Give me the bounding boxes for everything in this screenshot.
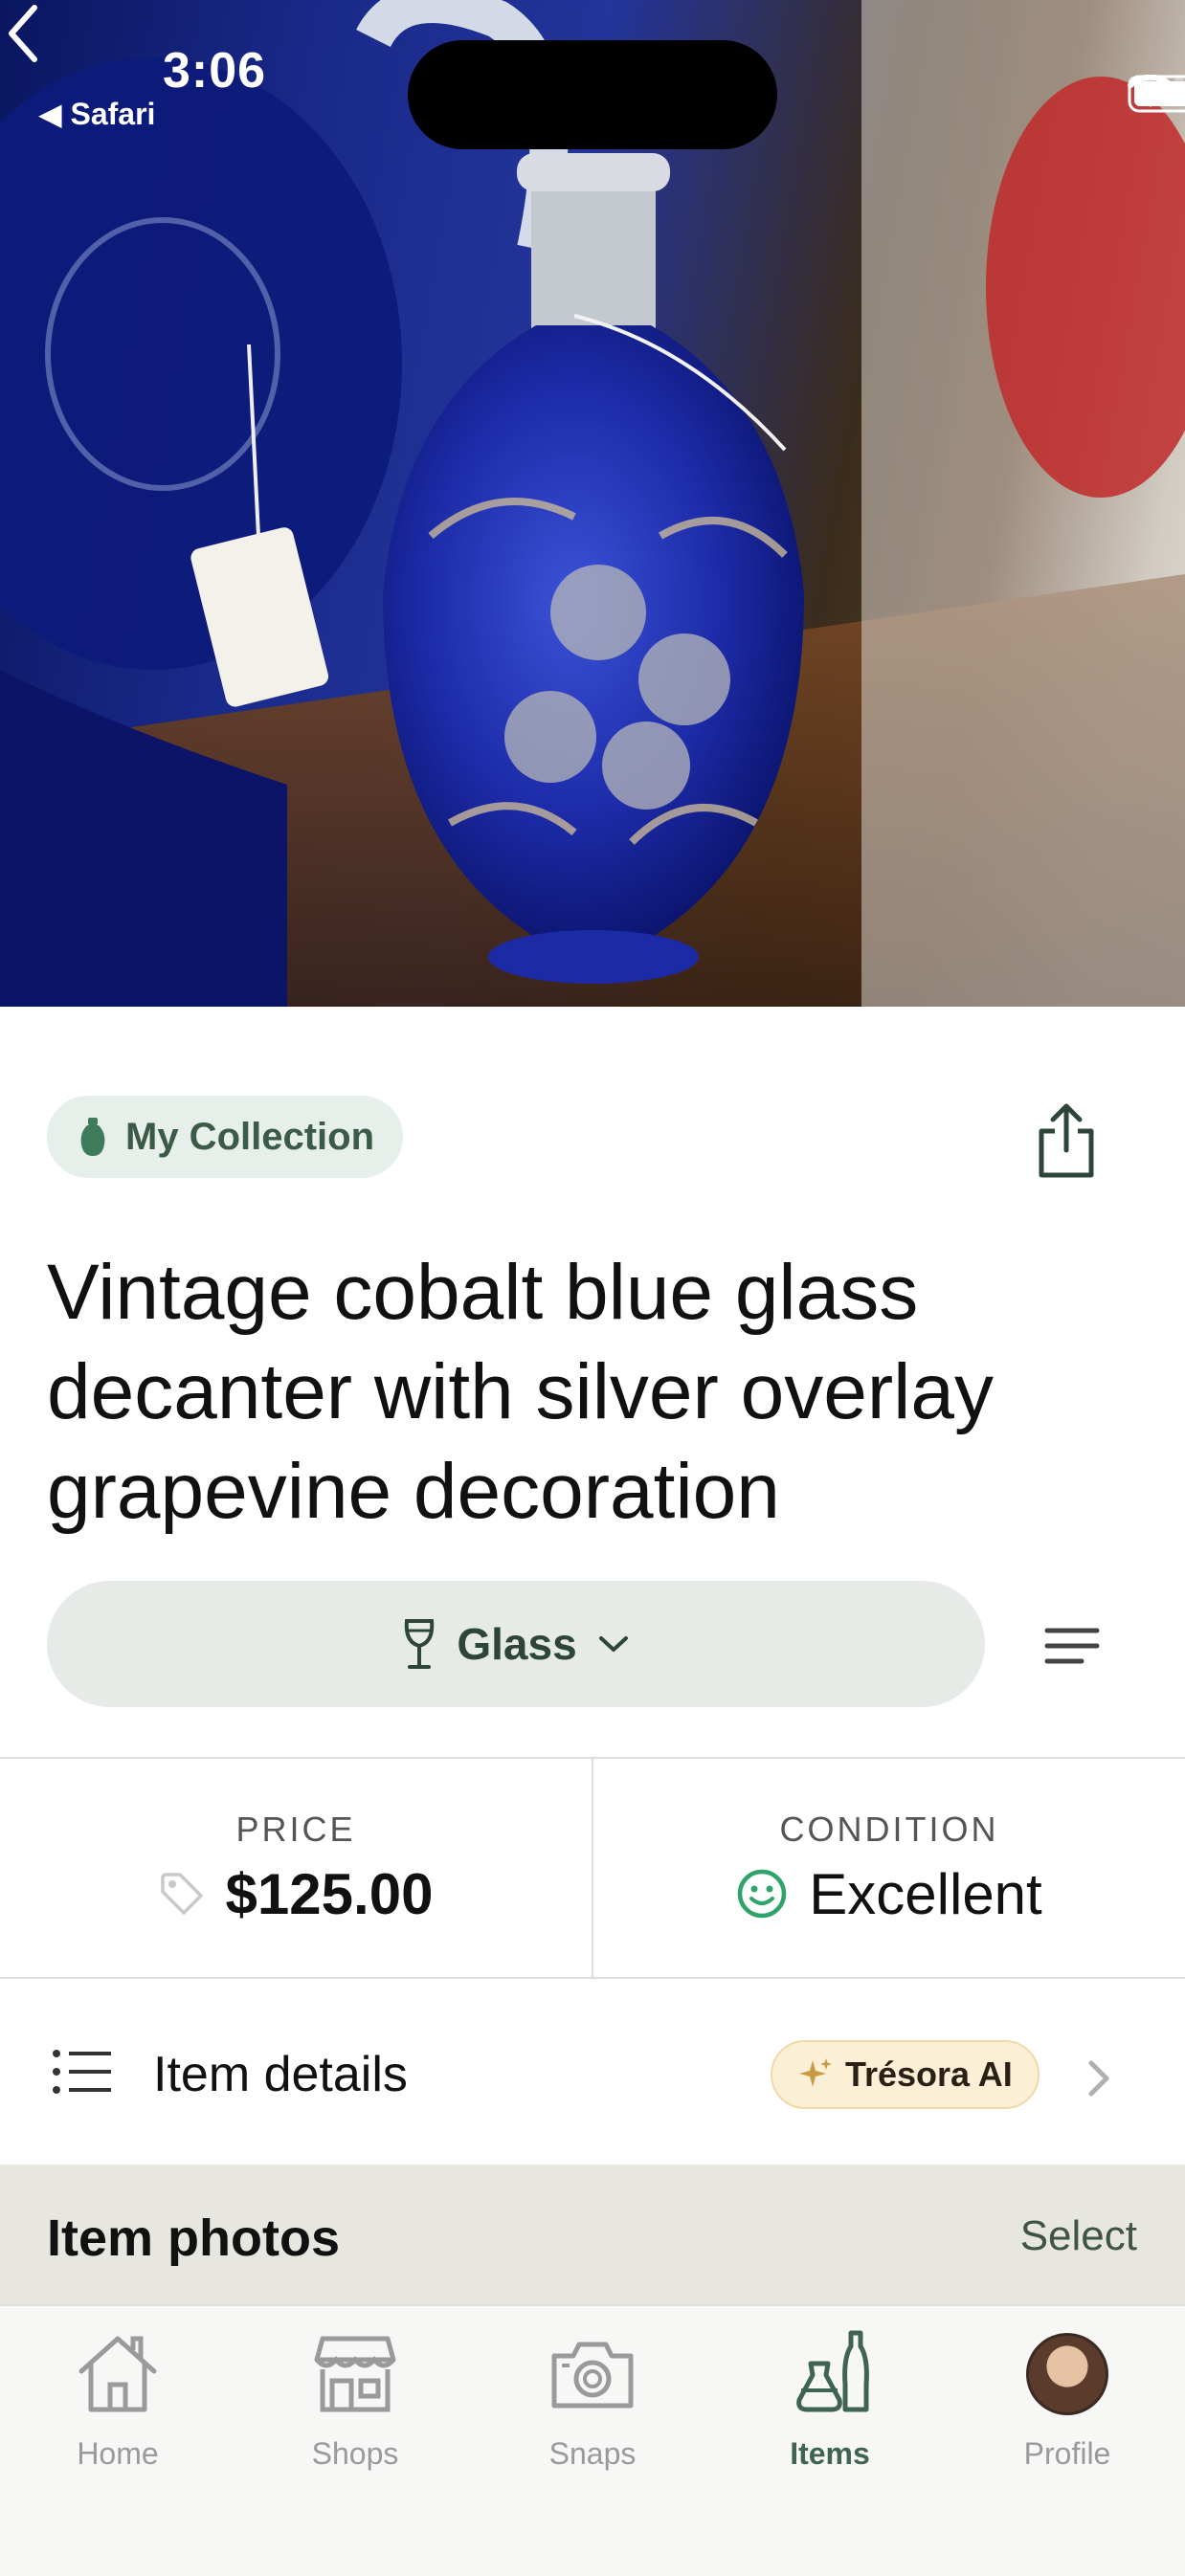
menu-lines-icon[interactable] (1043, 1625, 1101, 1667)
item-details-label: Item details (153, 2047, 408, 2102)
back-triangle-icon: ◀ (38, 97, 71, 131)
back-chevron-icon[interactable] (0, 0, 48, 67)
tab-profile[interactable]: Profile (972, 2327, 1163, 2499)
tab-items[interactable]: Items (734, 2327, 926, 2499)
item-photos-header: Item photos Select (0, 2165, 1185, 2318)
tresora-ai-label: Trésora AI (845, 2054, 1013, 2094)
tresora-ai-badge[interactable]: Trésora AI (771, 2040, 1040, 2109)
condition-stat[interactable]: CONDITION Excellent (592, 1759, 1185, 1977)
price-tag-icon (160, 1873, 203, 1915)
tab-shops-label: Shops (311, 2436, 399, 2471)
tab-profile-label: Profile (1023, 2436, 1111, 2471)
item-details-row[interactable]: Item details Trésora AI (0, 1979, 1185, 2165)
smiley-icon (738, 1869, 787, 1919)
avatar (1026, 2333, 1108, 2415)
dynamic-island (408, 40, 777, 149)
sparkle-icon (799, 2058, 832, 2087)
tab-items-label: Items (790, 2436, 870, 2471)
condition-value: Excellent (809, 1861, 1042, 1926)
category-label: Glass (457, 1619, 577, 1669)
back-app-label: Safari (70, 97, 156, 131)
price-value: $125.00 (225, 1861, 434, 1926)
item-photos-title: Item photos (47, 2210, 340, 2267)
collection-chip-label: My Collection (125, 1115, 375, 1158)
collection-chip[interactable]: My Collection (47, 1096, 404, 1178)
item-stats: PRICE $125.00 CONDITION Excellent (0, 1757, 1185, 1979)
price-stat[interactable]: PRICE $125.00 (0, 1759, 592, 1977)
item-title: Vintage cobalt blue glass decanter with … (47, 1249, 994, 1535)
wine-glass-icon (405, 1619, 435, 1669)
price-label: PRICE (235, 1809, 356, 1849)
tab-snaps[interactable]: Snaps (497, 2327, 688, 2499)
vase-icon (80, 1118, 105, 1156)
chevron-right-icon (1088, 2060, 1109, 2097)
item-hero-photo[interactable]: 3:06 ◀ Safari (0, 0, 1185, 1007)
battery-icon (1128, 75, 1185, 113)
hero-photo-illustration (0, 0, 1185, 1007)
tab-snaps-label: Snaps (548, 2436, 637, 2471)
select-photos-button[interactable]: Select (1020, 2212, 1137, 2260)
tab-shops[interactable]: Shops (259, 2327, 451, 2499)
storefront-icon (314, 2336, 396, 2412)
vases-icon (796, 2330, 869, 2412)
category-dropdown[interactable]: Glass (47, 1581, 985, 1707)
status-time: 3:06 (163, 43, 267, 99)
chevron-down-icon (598, 1636, 628, 1652)
house-icon (78, 2336, 157, 2412)
back-to-safari-link[interactable]: ◀ Safari (38, 96, 155, 132)
tab-bar: Home Shops Snaps Items Profile (0, 2304, 1185, 2576)
tab-home-label: Home (77, 2436, 159, 2471)
camera-icon (551, 2342, 634, 2409)
tab-home[interactable]: Home (22, 2327, 213, 2499)
share-icon[interactable] (1034, 1102, 1099, 1179)
condition-label: CONDITION (779, 1809, 999, 1849)
list-icon (53, 2050, 111, 2094)
